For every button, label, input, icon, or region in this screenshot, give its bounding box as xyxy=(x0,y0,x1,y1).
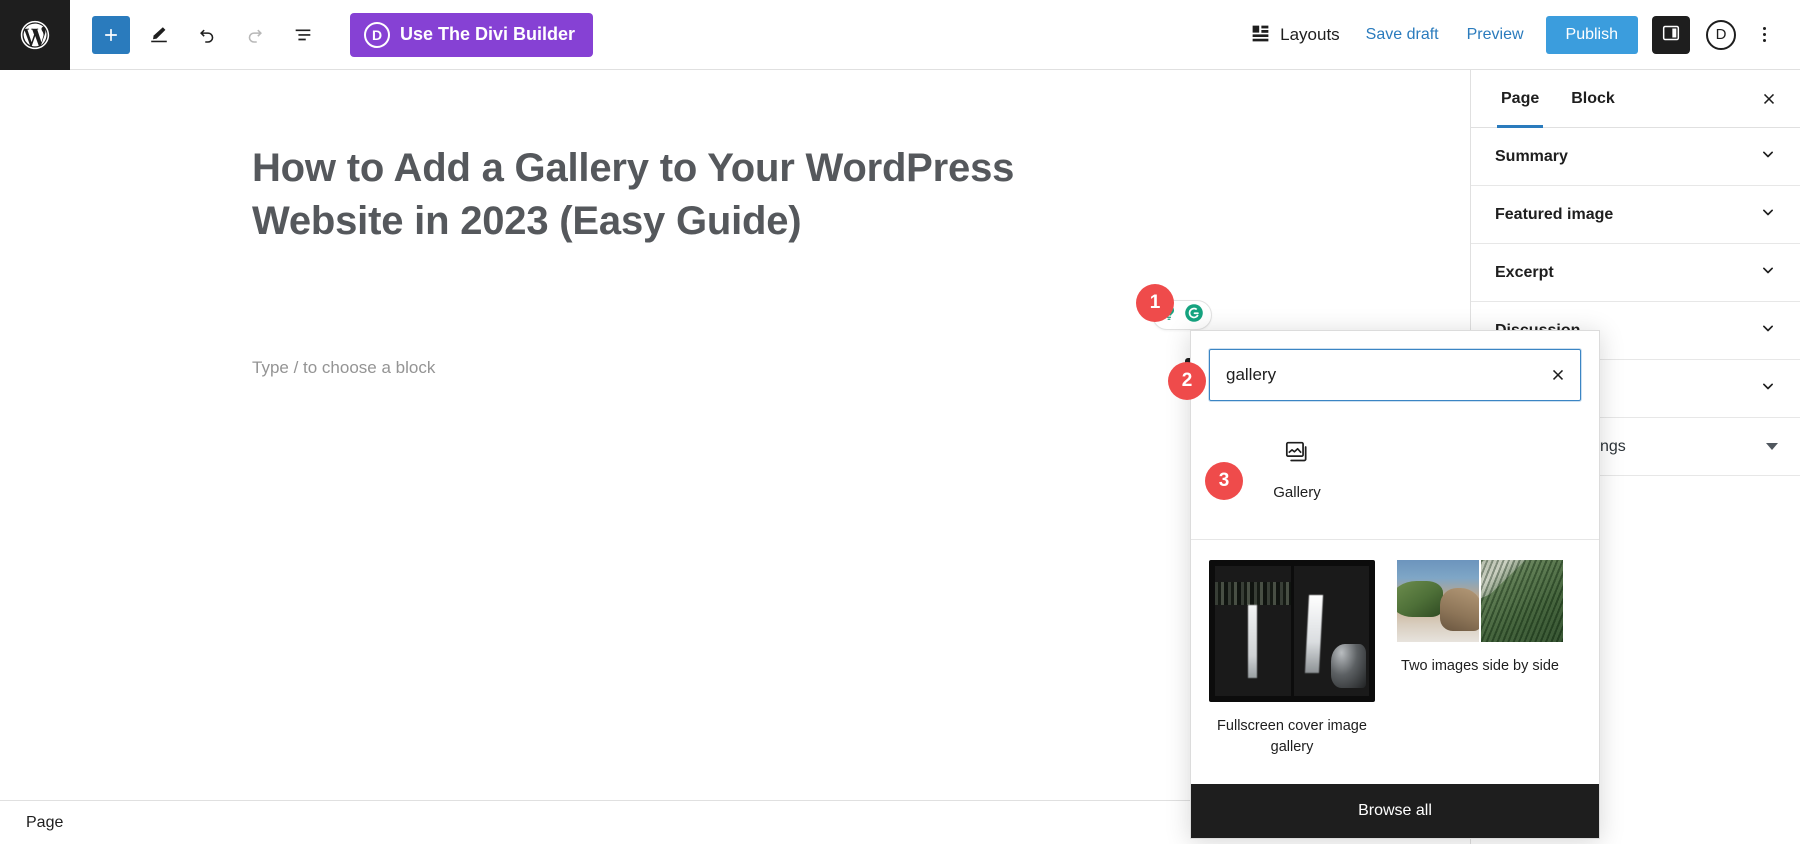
gallery-icon xyxy=(1284,439,1310,470)
toolbar-right-tools: Layouts Save draft Preview Publish D xyxy=(1238,15,1800,54)
tab-page[interactable]: Page xyxy=(1485,70,1555,128)
close-sidebar-button[interactable] xyxy=(1754,84,1784,114)
use-divi-builder-button[interactable]: D Use The Divi Builder xyxy=(350,12,594,57)
plus-icon xyxy=(105,28,117,41)
step-marker-1: 1 xyxy=(1136,284,1174,322)
sidebar-panel-excerpt-label: Excerpt xyxy=(1495,263,1554,281)
wordpress-logo-button[interactable] xyxy=(0,0,70,70)
redo-icon xyxy=(248,29,262,43)
step-marker-3: 3 xyxy=(1205,462,1243,500)
pattern-thumbnail xyxy=(1397,560,1563,642)
sidebar-panel-icon xyxy=(1661,23,1681,46)
close-icon xyxy=(1763,93,1775,104)
chevron-down-icon xyxy=(1758,202,1778,227)
inserter-pattern-results: Fullscreen cover image gallery Two image… xyxy=(1191,540,1599,784)
pattern-fullscreen-cover-image-gallery[interactable]: Fullscreen cover image gallery xyxy=(1209,560,1375,758)
pattern-label: Two images side by side xyxy=(1401,658,1559,674)
layouts-label: Layouts xyxy=(1280,24,1340,44)
save-draft-button[interactable]: Save draft xyxy=(1352,18,1453,52)
publish-button[interactable]: Publish xyxy=(1545,15,1638,54)
chevron-down-icon xyxy=(1758,260,1778,285)
undo-icon xyxy=(200,29,214,43)
use-divi-builder-label: Use The Divi Builder xyxy=(400,24,576,44)
sidebar-tablist: Page Block xyxy=(1471,70,1800,128)
chevron-down-icon xyxy=(1758,144,1778,169)
undo-button[interactable] xyxy=(188,16,226,54)
pattern-thumbnail xyxy=(1209,560,1375,702)
sidebar-panel-summary-label: Summary xyxy=(1495,147,1568,165)
block-inserter-popover: Gallery Fullscreen cover image gallery T… xyxy=(1190,330,1600,840)
chevron-down-icon xyxy=(1758,376,1778,401)
toolbar-left-tools: D Use The Divi Builder xyxy=(70,12,594,57)
sidebar-panel-featured-image[interactable]: Featured image xyxy=(1471,186,1800,244)
caret-down-icon xyxy=(1766,443,1778,450)
inserter-block-results: Gallery xyxy=(1191,423,1599,540)
inserter-search-area xyxy=(1191,331,1599,423)
divi-logo-icon: D xyxy=(364,21,390,48)
browse-all-button[interactable]: Browse all xyxy=(1191,784,1599,839)
editor-top-toolbar: D Use The Divi Builder Layouts Save draf… xyxy=(0,0,1800,70)
sidebar-panel-excerpt[interactable]: Excerpt xyxy=(1471,244,1800,302)
chevron-down-icon xyxy=(1758,318,1778,343)
pattern-two-images-side-by-side[interactable]: Two images side by side xyxy=(1397,560,1563,677)
more-options-button[interactable] xyxy=(1746,16,1782,54)
layouts-button[interactable]: Layouts xyxy=(1238,17,1352,53)
add-block-button[interactable] xyxy=(92,15,130,54)
list-view-icon xyxy=(295,29,311,40)
preview-button[interactable]: Preview xyxy=(1453,18,1538,52)
inserter-block-gallery-label: Gallery xyxy=(1273,484,1321,501)
inserter-block-gallery[interactable]: Gallery xyxy=(1249,427,1345,513)
breadcrumb[interactable]: Page xyxy=(26,814,63,832)
page-title[interactable]: How to Add a Gallery to Your WordPress W… xyxy=(252,142,1152,248)
empty-paragraph-block[interactable]: Type / to choose a block xyxy=(252,358,435,378)
tab-block[interactable]: Block xyxy=(1555,70,1631,128)
search-input[interactable] xyxy=(1210,350,1536,400)
divi-avatar-label: D xyxy=(1715,26,1727,43)
clear-search-button[interactable] xyxy=(1536,350,1580,400)
redo-button[interactable] xyxy=(236,16,274,54)
settings-sidebar-toggle-button[interactable] xyxy=(1652,15,1690,54)
step-marker-2: 2 xyxy=(1168,362,1206,400)
sidebar-panel-summary[interactable]: Summary xyxy=(1471,128,1800,186)
pattern-label: Fullscreen cover image gallery xyxy=(1217,718,1367,756)
layouts-icon xyxy=(1250,23,1271,47)
inserter-search-box[interactable] xyxy=(1209,349,1581,401)
wordpress-block-editor: D Use The Divi Builder Layouts Save draf… xyxy=(0,0,1800,844)
wordpress-logo-icon xyxy=(18,18,52,52)
sidebar-panel-featured-image-label: Featured image xyxy=(1495,205,1614,223)
grammarly-g-icon xyxy=(1183,302,1205,329)
list-view-button[interactable] xyxy=(284,16,322,54)
pencil-icon xyxy=(151,26,167,42)
kebab-menu-icon xyxy=(1762,27,1766,30)
divi-options-button[interactable]: D xyxy=(1706,19,1736,50)
edit-mode-button[interactable] xyxy=(140,16,178,54)
close-icon xyxy=(1552,369,1564,380)
